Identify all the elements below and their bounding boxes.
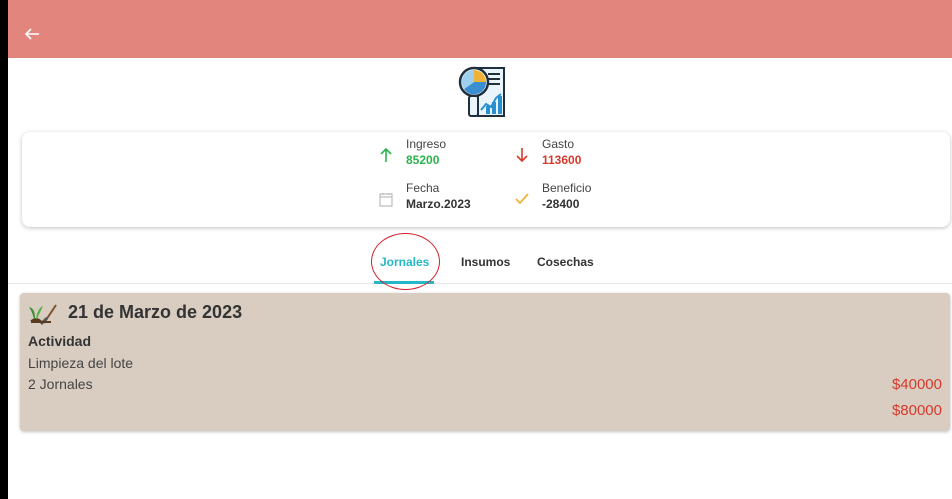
expense-label: Gasto [542,137,575,151]
check-icon [510,187,534,211]
tab-cosechas[interactable]: Cosechas [537,255,594,269]
entry-description: Limpieza del lote [28,355,134,371]
app-screen: Ingreso 85200 Gasto 113600 Fecha Marzo.2… [8,0,952,499]
date-stat: Fecha Marzo.2023 [374,181,471,212]
profit-label: Beneficio [542,181,592,195]
entry-heading: Actividad [28,333,92,349]
expense-value: 113600 [542,153,582,167]
back-button[interactable] [20,22,44,46]
income-label: Ingreso [406,137,447,151]
arrow-left-icon [24,28,39,40]
unit-price: $40000 [891,376,942,393]
summary-card: Ingreso 85200 Gasto 113600 Fecha Marzo.2… [22,132,950,227]
total-price: $80000 [891,402,942,419]
arrow-up-icon [374,143,398,167]
tab-bar: Jornales Insumos Cosechas [8,240,952,284]
tab-insumos[interactable]: Insumos [461,255,510,269]
app-bar [8,0,952,58]
planting-icon [29,304,57,325]
list-item[interactable]: 21 de Marzo de 2023 Actividad Limpieza d… [20,293,950,431]
calendar-icon [374,187,398,211]
date-value: Marzo.2023 [406,197,471,211]
arrow-down-icon [510,143,534,167]
income-stat: Ingreso 85200 [374,137,446,168]
profit-stat: Beneficio -28400 [510,181,591,212]
income-value: 85200 [406,153,440,167]
entry-count: 2 Jornales [28,376,93,392]
profit-value: -28400 [542,197,580,211]
date-label: Fecha [406,181,440,195]
expense-stat: Gasto 113600 [510,137,581,168]
highlight-circle [371,233,440,290]
entry-date: 21 de Marzo de 2023 [68,302,243,322]
report-magnifier-icon [458,66,505,117]
